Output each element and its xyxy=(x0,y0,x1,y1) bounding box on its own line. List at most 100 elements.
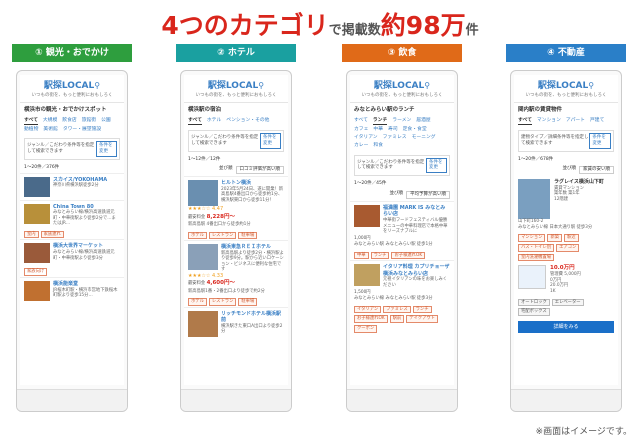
floor-plan-image[interactable] xyxy=(518,265,546,290)
tab[interactable]: すべて xyxy=(518,118,532,125)
filter-box: 建物タイプ／詳細条件等を指定して検索できます 条件を変更 xyxy=(518,129,614,152)
tab[interactable]: 動植物 xyxy=(24,127,38,133)
sort-row: 並び順 家賃の安い順 xyxy=(514,164,618,176)
chip-row: 中華 ランチ お子様連れOK xyxy=(350,251,454,261)
filter-text: ジャンル／こだわり条件等を指定して検索できます xyxy=(27,143,95,154)
chip: クーポン xyxy=(354,324,378,333)
section-title: 横浜市の観光・おでかけスポット xyxy=(24,106,107,113)
chip: 駅近 xyxy=(564,234,579,243)
phone-base xyxy=(181,389,291,411)
item-desc: 神奈川県横浜駅徒歩2分 xyxy=(53,183,99,189)
list-item[interactable]: 横浜大世界マーケット みなとみらい線/横浜高速鉄道元町・中華街駅より徒歩3分 xyxy=(20,239,124,266)
footnote: ※画面はイメージです。 xyxy=(535,427,632,437)
tab[interactable]: 居酒屋 xyxy=(416,118,430,125)
property-item[interactable]: ラグレイス横浜山下町 賃貸マンション 築年数 築1年 12階建 山下町160-2 みな… xyxy=(514,176,618,233)
access: みなとみらい駅 みなとみらい駅 徒歩1分 xyxy=(354,242,433,248)
chip: 駐車場 xyxy=(238,231,258,240)
tab[interactable]: ペンション・その他 xyxy=(226,118,269,125)
change-condition-button[interactable]: 条件を変更 xyxy=(95,141,117,157)
chip: お子様連れOK xyxy=(354,315,388,323)
tab[interactable]: ランチ xyxy=(372,118,388,125)
filter-text: 建物タイプ／詳細条件等を指定して検索できます xyxy=(521,134,589,146)
tab[interactable]: すべて xyxy=(24,118,38,125)
hotel-item[interactable]: ヒルトン横浜 2023年5月24日、遂に開業！新高島駅4番出口から徒歩約1分、横浜… xyxy=(184,176,288,230)
tab[interactable]: カレー xyxy=(354,143,368,149)
item-desc: 元祖イタリアンの味をお楽しみください xyxy=(383,277,448,289)
app-logo[interactable]: 駅探LOCAL⚲ xyxy=(514,75,618,93)
headline-part2: で掲載数 xyxy=(328,23,381,38)
price: 4,600円〜 xyxy=(206,280,235,287)
app-logo[interactable]: 駅探LOCAL⚲ xyxy=(184,75,288,93)
hotel-item[interactable]: リッチモンドホテル横浜駅前 横浜駅きた東口A出口より徒歩2分 xyxy=(184,306,288,340)
section-title: 関内駅の賃貸物件 xyxy=(518,106,563,113)
chip-row: ホテル レストラン 駐車場 xyxy=(184,297,288,307)
chip: エアコン xyxy=(556,244,580,252)
tab[interactable]: 戸建て xyxy=(590,118,604,125)
item-title[interactable]: 福満園 MARK IS みなとみらい店 xyxy=(383,205,450,218)
category-hotel: ② ホテル 駅探LOCAL⚲ いつもの街を、もっと便利におもしろく 横浜駅の宿泊… xyxy=(176,44,296,412)
chip-row: オートロック エレベーター 宅配ボックス xyxy=(514,298,618,317)
list-item[interactable]: 横浜能楽堂 JR桜木町駅・横浜市営地下鉄桜木町駅より徒歩15分… xyxy=(20,277,124,304)
tab[interactable]: 寿司 xyxy=(388,127,398,133)
thumbnail xyxy=(24,203,50,224)
chip: お子様連れOK xyxy=(391,251,426,260)
genre-tabs: すべて 大規模 飲食店 旅館街 公園 動植物 美術館 タワー・展望施設 xyxy=(20,116,124,135)
sort-select[interactable]: 平均予算が高い順 xyxy=(406,191,450,199)
tab[interactable]: ホテル xyxy=(207,118,221,125)
thumbnail xyxy=(24,243,50,264)
tab[interactable]: アパート xyxy=(566,118,585,125)
app-logo[interactable]: 駅探LOCAL⚲ xyxy=(20,75,124,93)
phone-base xyxy=(511,389,621,411)
price-label: 最安料金 xyxy=(188,281,206,287)
tab[interactable]: 定食・食堂 xyxy=(403,127,427,133)
sort-label: 並び順 xyxy=(562,166,577,172)
change-condition-button[interactable]: 条件を変更 xyxy=(589,132,611,149)
tab[interactable]: 美術館 xyxy=(43,127,57,133)
thumbnail xyxy=(354,204,380,227)
tab[interactable]: 旅館街 xyxy=(82,118,96,125)
app-tagline: いつもの街を、もっと便利におもしろく xyxy=(184,93,288,103)
tab[interactable]: 大規模 xyxy=(43,118,57,125)
tab[interactable]: モーニング xyxy=(412,135,436,141)
category-label: ④ 不動産 xyxy=(506,44,626,62)
access: みなとみらい線 日本大通り駅 徒歩3分 xyxy=(518,224,593,230)
access: 新高島駅 4番出口から徒歩約1分 xyxy=(188,221,251,227)
tab[interactable]: 公園 xyxy=(101,118,111,125)
tab[interactable]: ラーメン xyxy=(392,118,411,125)
tab[interactable]: 中華 xyxy=(373,127,383,133)
filter-text: ジャンル／こだわり条件等を指定して検索できます xyxy=(357,159,425,171)
tab[interactable]: タワー・展望施設 xyxy=(63,127,101,133)
tab[interactable]: カフェ xyxy=(354,127,368,133)
tab[interactable]: 和食 xyxy=(373,143,383,149)
item-desc: 横浜駅きた東口A出口より徒歩2分 xyxy=(221,323,283,335)
tab[interactable]: マンション xyxy=(537,118,561,125)
list-item[interactable]: スカイス/YOKOHAMA 神奈川県横浜駅徒歩2分 xyxy=(20,172,124,200)
sort-row: 並び順 平均予算が高い順 xyxy=(350,189,454,201)
chip: 新築 xyxy=(547,234,563,243)
price-label: 最安料金 xyxy=(188,214,206,220)
item-title[interactable]: リッチモンドホテル横浜駅前 xyxy=(221,311,284,324)
list-item[interactable]: China Town 80 みなとみらい線/横浜高速鉄道元町・中華街駅より徒歩2分… xyxy=(20,199,124,230)
tab[interactable]: すべて xyxy=(354,118,368,125)
app-logo[interactable]: 駅探LOCAL⚲ xyxy=(350,75,454,93)
sort-select[interactable]: 家賃の安い順 xyxy=(579,166,614,175)
sort-select[interactable]: 口コミ評価が高い順 xyxy=(235,166,284,175)
change-condition-button[interactable]: 条件を変更 xyxy=(425,157,447,174)
chip-row: 家族向け xyxy=(20,266,124,277)
chip-row: イタリアン ファミレス ランチ お子様連れOK 駅前 テイクアウト クーポン xyxy=(350,305,454,334)
hotel-item[interactable]: 横浜東急ＲＥＩホテル 新高島駅より徒歩2分・横浜駅より徒歩9分。駅から近いロケーシ… xyxy=(184,240,288,297)
tab[interactable]: すべて xyxy=(188,118,202,125)
item-title[interactable]: イタリア料理 カプリチョーザ 横浜みなとみらい店 xyxy=(383,264,450,277)
tab[interactable]: イタリアン xyxy=(354,135,378,141)
tab[interactable]: ファミレス xyxy=(383,135,407,141)
pin-icon: ⚲ xyxy=(588,81,595,90)
change-condition-button[interactable]: 条件を変更 xyxy=(259,132,281,149)
tab[interactable]: 飲食店 xyxy=(62,118,76,125)
restaurant-item[interactable]: イタリア料理 カプリチョーザ 横浜みなとみらい店 元祖イタリアンの味をお楽しみくだ… xyxy=(350,260,454,304)
details-button[interactable]: 詳細をみる xyxy=(518,320,614,334)
chip: ファミレス xyxy=(383,305,411,314)
restaurant-item[interactable]: 福満園 MARK IS みなとみらい店 中華街フードフェスティバル優勝メニューの中… xyxy=(350,200,454,251)
headline: 4つのカテゴリで掲載数約98万件 xyxy=(0,6,640,42)
phone-mockup: 駅探LOCAL⚲ いつもの街を、もっと便利におもしろく みなとみらい駅のランチ … xyxy=(346,70,458,412)
section-title: 横浜駅の宿泊 xyxy=(188,106,222,113)
